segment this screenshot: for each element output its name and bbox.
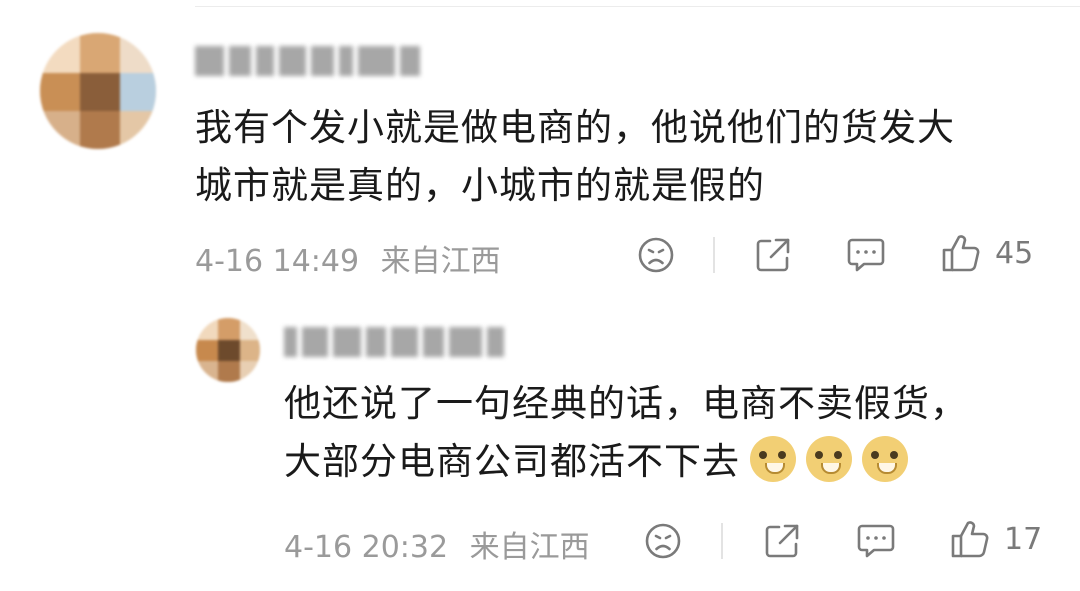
divider: [713, 237, 715, 273]
comment-meta: 4-16 14:49 来自江西: [195, 236, 501, 280]
dislike-button[interactable]: [637, 236, 675, 274]
share-button[interactable]: [753, 235, 793, 275]
dislike-face-icon: [645, 523, 681, 559]
comment-icon: [847, 238, 885, 272]
comment-text: 我有个发小就是做电商的，他说他们的货发大 城市就是真的，小城市的就是假的: [195, 99, 955, 215]
thumbs-up-icon: [942, 235, 980, 272]
comment-line: 大部分电商公司都活不下去: [284, 433, 968, 491]
timestamp: 4-16 20:32: [284, 530, 449, 565]
like-button[interactable]: 45: [941, 233, 1033, 273]
share-icon: [756, 238, 790, 272]
dislike-face-icon: [638, 237, 674, 273]
comment-line: 他还说了一句经典的话，电商不卖假货，: [284, 382, 968, 425]
avatar[interactable]: [196, 318, 260, 382]
username[interactable]: [195, 44, 420, 78]
doge-emoji: [862, 436, 908, 482]
timestamp: 4-16 14:49: [195, 244, 360, 279]
share-icon: [765, 524, 799, 558]
location: 来自江西: [469, 530, 590, 565]
thumbs-up-icon: [951, 521, 989, 558]
like-count: 45: [995, 235, 1034, 271]
like-count: 17: [1004, 521, 1043, 557]
like-button[interactable]: 17: [950, 519, 1042, 559]
comment-line: 我有个发小就是做电商的，他说他们的货发大: [195, 106, 955, 149]
share-button[interactable]: [762, 521, 802, 561]
location: 来自江西: [380, 244, 501, 279]
divider: [195, 6, 1080, 7]
reply-text: 他还说了一句经典的话，电商不卖假货， 大部分电商公司都活不下去: [284, 375, 968, 491]
comment-meta: 4-16 20:32 来自江西: [284, 522, 590, 566]
divider: [721, 523, 723, 559]
username[interactable]: [284, 325, 504, 359]
comment-line-text: 大部分电商公司都活不下去: [284, 440, 740, 483]
reply-button[interactable]: [846, 236, 886, 274]
comment-line: 城市就是真的，小城市的就是假的: [195, 164, 765, 207]
dislike-button[interactable]: [644, 522, 682, 560]
doge-emoji: [806, 436, 852, 482]
comment-icon: [857, 524, 895, 558]
avatar[interactable]: [40, 33, 156, 149]
reply-button[interactable]: [856, 522, 896, 560]
doge-emoji: [750, 436, 796, 482]
